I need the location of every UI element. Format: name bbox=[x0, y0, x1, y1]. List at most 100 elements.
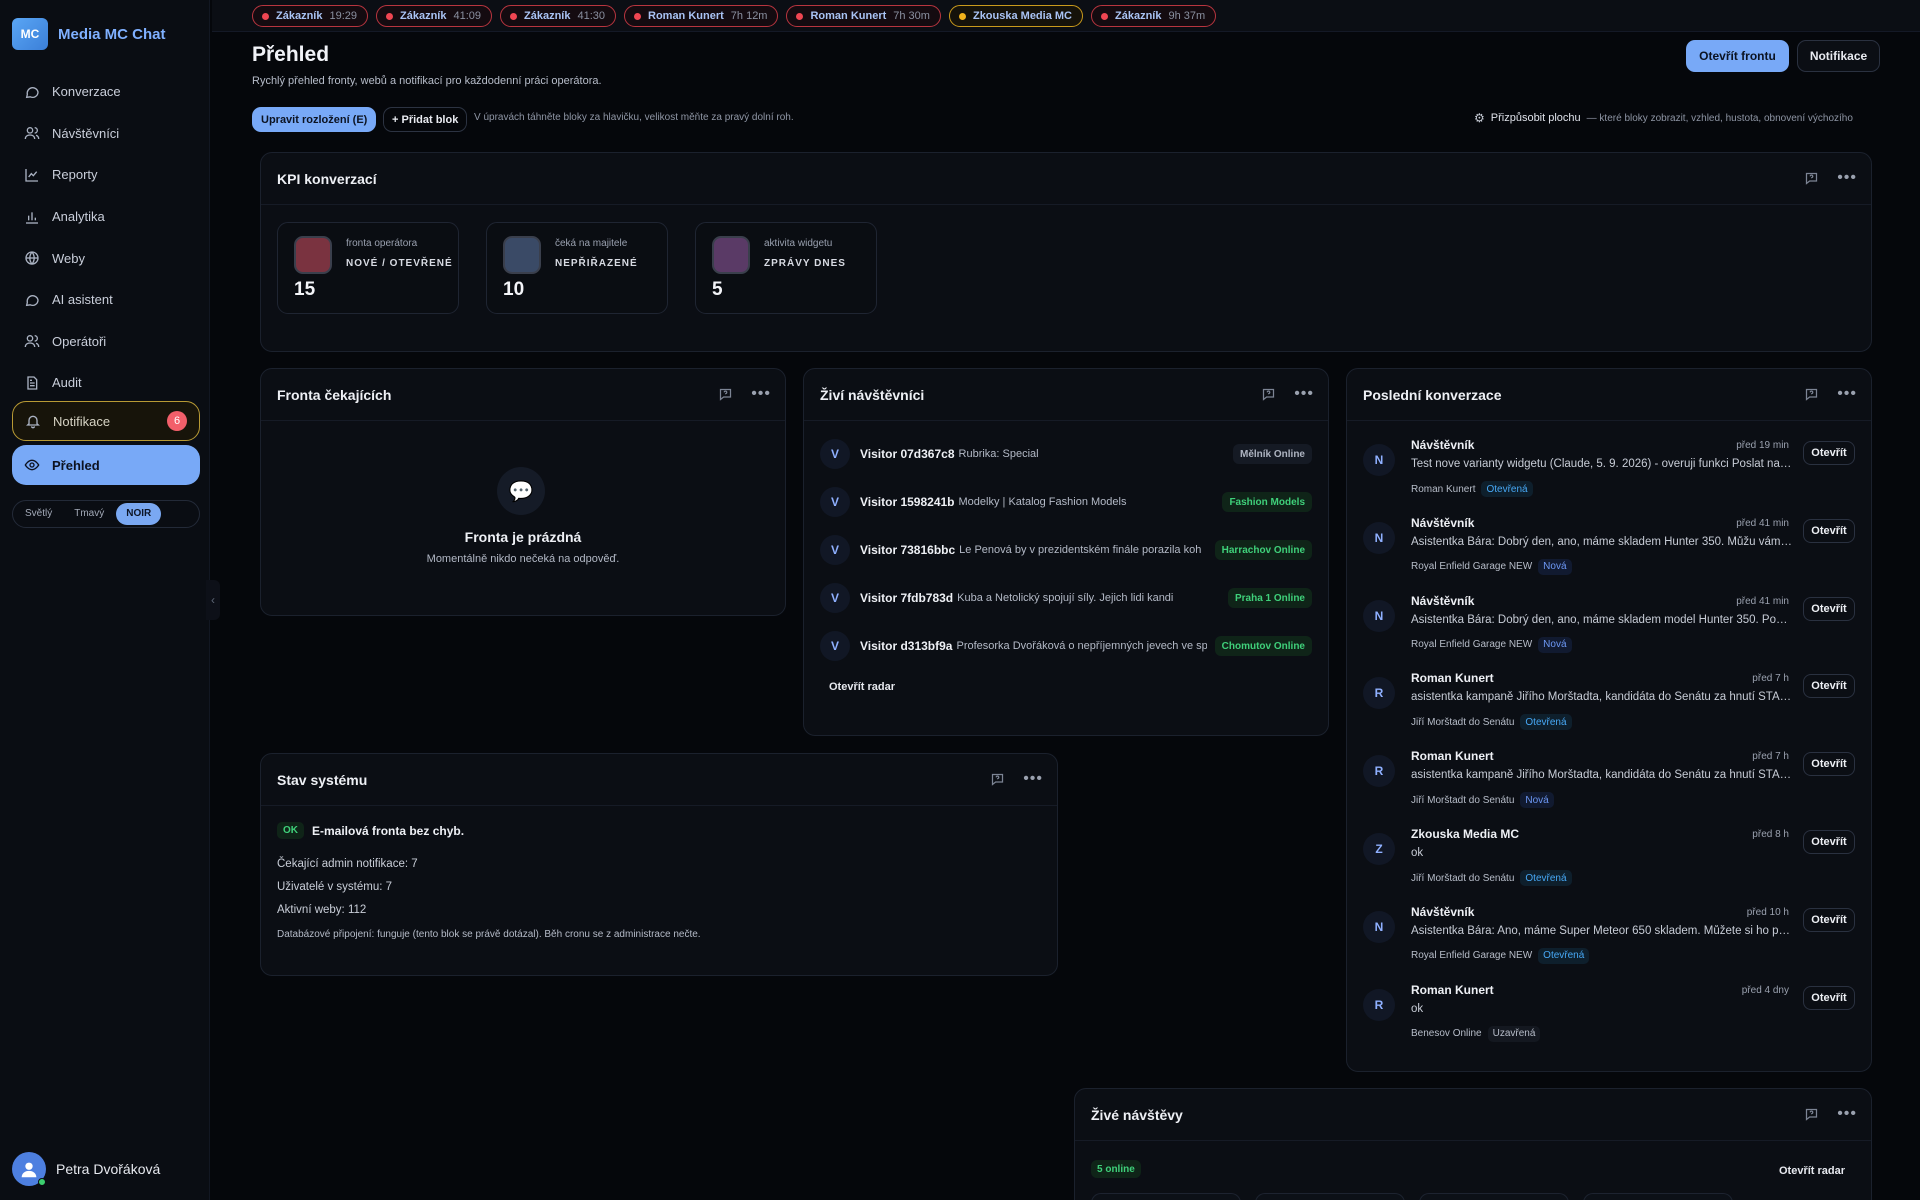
active-chat-chip[interactable]: Zkouska Media MC bbox=[948, 5, 1083, 27]
card-header[interactable]: Živé návštěvy ••• bbox=[1075, 1089, 1871, 1141]
visitor-row[interactable]: V Visitor 7fdb783d Kuba a Netolický spojuj… bbox=[820, 583, 1312, 613]
sidebar-item-konverzace[interactable]: Konverzace bbox=[12, 71, 200, 113]
help-chat-icon[interactable] bbox=[1803, 1106, 1819, 1122]
theme-option-tmavy[interactable]: Tmavý bbox=[64, 503, 114, 525]
chip-time: 19:29 bbox=[329, 10, 357, 22]
open-conversation-button[interactable]: Otevřít bbox=[1803, 518, 1855, 543]
conversation-name: Zkouska Media MC bbox=[1411, 827, 1520, 841]
more-options-icon[interactable]: ••• bbox=[1023, 771, 1043, 787]
open-conversation-button[interactable]: Otevřít bbox=[1803, 441, 1855, 465]
open-queue-button[interactable]: Otevřít frontu bbox=[1686, 40, 1789, 72]
open-conversation-button[interactable]: Otevřít bbox=[1803, 752, 1855, 777]
open-conversation-button[interactable]: Otevřít bbox=[1803, 985, 1855, 1010]
visit-tile[interactable] bbox=[1583, 1193, 1733, 1200]
open-radar-button[interactable]: Otevřít radar bbox=[829, 681, 895, 693]
conversation-site: Jiří Morštadt do Senátu bbox=[1411, 872, 1515, 884]
visitor-page: Modelky | Katalog Fashion Models bbox=[958, 496, 1127, 508]
conversation-name: Roman Kunert bbox=[1411, 749, 1494, 764]
active-chat-chip[interactable]: Zákazník 41:09 bbox=[376, 5, 492, 27]
conversation-avatar: N bbox=[1363, 910, 1395, 943]
active-chat-chip[interactable]: Zákazník 41:30 bbox=[500, 5, 616, 27]
edit-layout-button[interactable]: Upravit rozložení (E) bbox=[252, 107, 377, 132]
visit-tile[interactable] bbox=[1419, 1193, 1569, 1200]
conversation-item[interactable]: R Roman Kunert před 7 h asistentka kampaně … bbox=[1363, 749, 1855, 813]
help-chat-icon[interactable] bbox=[1260, 386, 1276, 402]
card-tools: ••• bbox=[717, 386, 771, 402]
theme-option-svetly[interactable]: Světlý bbox=[15, 503, 62, 525]
visitor-row[interactable]: V Visitor d313bf9a Profesorka Dvořáková o … bbox=[820, 631, 1312, 661]
kpi-caption: aktivita widgetu bbox=[764, 238, 833, 249]
card-header[interactable]: KPI konverzací ••• bbox=[261, 153, 1871, 205]
system-status-card: Stav systému ••• OK E-mailová fronta bez… bbox=[260, 753, 1058, 976]
active-chat-chip[interactable]: Zákazník 9h 37m bbox=[1091, 5, 1217, 27]
card-title: KPI konverzací bbox=[277, 171, 377, 187]
add-block-button[interactable]: + Přidat blok bbox=[383, 107, 468, 132]
more-options-icon[interactable]: ••• bbox=[1837, 1106, 1857, 1122]
visitor-row[interactable]: V Visitor 07d367c8 Rubrika: Special Mělník … bbox=[820, 439, 1312, 469]
notifications-button[interactable]: Notifikace bbox=[1797, 40, 1880, 72]
conversation-message: ok bbox=[1411, 847, 1424, 859]
more-options-icon[interactable]: ••• bbox=[1294, 386, 1314, 402]
visit-tile[interactable] bbox=[1091, 1193, 1241, 1200]
visitor-row[interactable]: V Visitor 1598241b Modelky | Katalog Fashi… bbox=[820, 487, 1312, 517]
visitor-id: Visitor 73816bbc bbox=[860, 543, 956, 557]
customize-dashboard[interactable]: ⚙ Přizpůsobit plochu — které bloky zobra… bbox=[1474, 111, 1853, 125]
sidebar-item-navstevnici[interactable]: Návštěvníci bbox=[12, 113, 200, 155]
open-radar-button[interactable]: Otevřít radar bbox=[1779, 1165, 1845, 1177]
card-header[interactable]: Fronta čekajících ••• bbox=[261, 369, 785, 421]
sidebar-item-label: Operátoři bbox=[52, 333, 107, 349]
chat-chip-list: Zákazník 19:29 Zákazník 41:09 Zákazník 41:30 R… bbox=[252, 5, 1217, 27]
sidebar-item-notifikace[interactable]: Notifikace 6 bbox=[12, 401, 200, 441]
active-chats-bar: Zákazník 19:29 Zákazník 41:09 Zákazník 41:30 R… bbox=[212, 0, 1920, 32]
more-options-icon[interactable]: ••• bbox=[1837, 386, 1857, 402]
conversation-item[interactable]: Z Zkouska Media MC před 8 h ok Jiří Morštadt… bbox=[1363, 827, 1855, 891]
conversation-item[interactable]: R Roman Kunert před 7 h asistentka kampaně … bbox=[1363, 671, 1855, 735]
visitor-avatar: V bbox=[820, 487, 850, 517]
sidebar-item-audit[interactable]: Audit bbox=[12, 362, 200, 404]
brand[interactable]: MC Media MC Chat bbox=[12, 18, 166, 50]
conversation-item[interactable]: N Návštěvník před 41 min Asistentka Bára: D… bbox=[1363, 594, 1855, 658]
sidebar-item-reporty[interactable]: Reporty bbox=[12, 154, 200, 196]
card-header[interactable]: Živí návštěvníci ••• bbox=[804, 369, 1328, 421]
open-conversation-button[interactable]: Otevřít bbox=[1803, 596, 1855, 621]
sidebar-item-weby[interactable]: Weby bbox=[12, 237, 200, 279]
sidebar-item-ai-asistent[interactable]: AI asistent bbox=[12, 279, 200, 321]
help-chat-icon[interactable] bbox=[717, 386, 733, 402]
conversation-item[interactable]: N Návštěvník před 41 min Asistentka Bára: D… bbox=[1363, 516, 1855, 580]
kpi-tile[interactable]: aktivita widgetu ZPRÁVY DNES 5 bbox=[695, 222, 877, 314]
sidebar-item-prehled[interactable]: Přehled bbox=[12, 445, 200, 485]
theme-option-noir[interactable]: NOIR bbox=[116, 503, 162, 525]
conversation-item[interactable]: R Roman Kunert před 4 dny ok Benesov Online U… bbox=[1363, 983, 1855, 1047]
sidebar-item-operatori[interactable]: Operátoři bbox=[12, 321, 200, 363]
conversation-name: Roman Kunert bbox=[1411, 671, 1494, 686]
kpi-tile[interactable]: čeká na majitele NEPŘIŘAZENÉ 10 bbox=[486, 222, 668, 314]
kpi-tile[interactable]: fronta operátora NOVÉ / OTEVŘENÉ 15 bbox=[277, 222, 459, 314]
help-chat-icon[interactable] bbox=[1803, 170, 1819, 186]
conversation-message: ok bbox=[1411, 1002, 1424, 1015]
sidebar-item-label: Audit bbox=[52, 375, 82, 391]
help-chat-icon[interactable] bbox=[1803, 386, 1819, 402]
user-profile[interactable]: Petra Dvořáková bbox=[12, 1152, 160, 1186]
visit-tile[interactable] bbox=[1255, 1193, 1405, 1200]
active-chat-chip[interactable]: Zákazník 19:29 bbox=[252, 5, 368, 27]
more-options-icon[interactable]: ••• bbox=[751, 386, 771, 402]
more-options-icon[interactable]: ••• bbox=[1837, 170, 1857, 186]
active-chat-chip[interactable]: Roman Kunert 7h 12m bbox=[624, 5, 779, 27]
card-tools: ••• bbox=[1803, 386, 1857, 402]
active-chat-chip[interactable]: Roman Kunert 7h 30m bbox=[786, 5, 941, 27]
sidebar-item-analytika[interactable]: Analytika bbox=[12, 196, 200, 238]
help-chat-icon[interactable] bbox=[989, 771, 1005, 787]
sidebar-collapse-handle[interactable]: ‹ bbox=[206, 580, 220, 620]
card-header[interactable]: Poslední konverzace ••• bbox=[1347, 369, 1871, 421]
conversation-site: Benesov Online bbox=[1411, 1028, 1482, 1040]
conversation-item[interactable]: N Návštěvník před 19 min Test nove varianty… bbox=[1363, 438, 1855, 502]
visitor-row[interactable]: V Visitor 73816bbc Le Penová by v preziden… bbox=[820, 535, 1312, 565]
chip-time: 9h 37m bbox=[1168, 10, 1206, 22]
conversation-item[interactable]: N Návštěvník před 10 h Asistentka Bára: Ano… bbox=[1363, 905, 1855, 969]
open-conversation-button[interactable]: Otevřít bbox=[1803, 674, 1855, 699]
open-conversation-button[interactable]: Otevřít bbox=[1803, 907, 1855, 932]
card-header[interactable]: Stav systému ••• bbox=[261, 754, 1057, 806]
sidebar: MC Media MC Chat Konverzace Návštěvníci Re… bbox=[0, 0, 220, 1200]
kpi-label: NEPŘIŘAZENÉ bbox=[555, 258, 638, 269]
open-conversation-button[interactable]: Otevřít bbox=[1803, 830, 1855, 854]
